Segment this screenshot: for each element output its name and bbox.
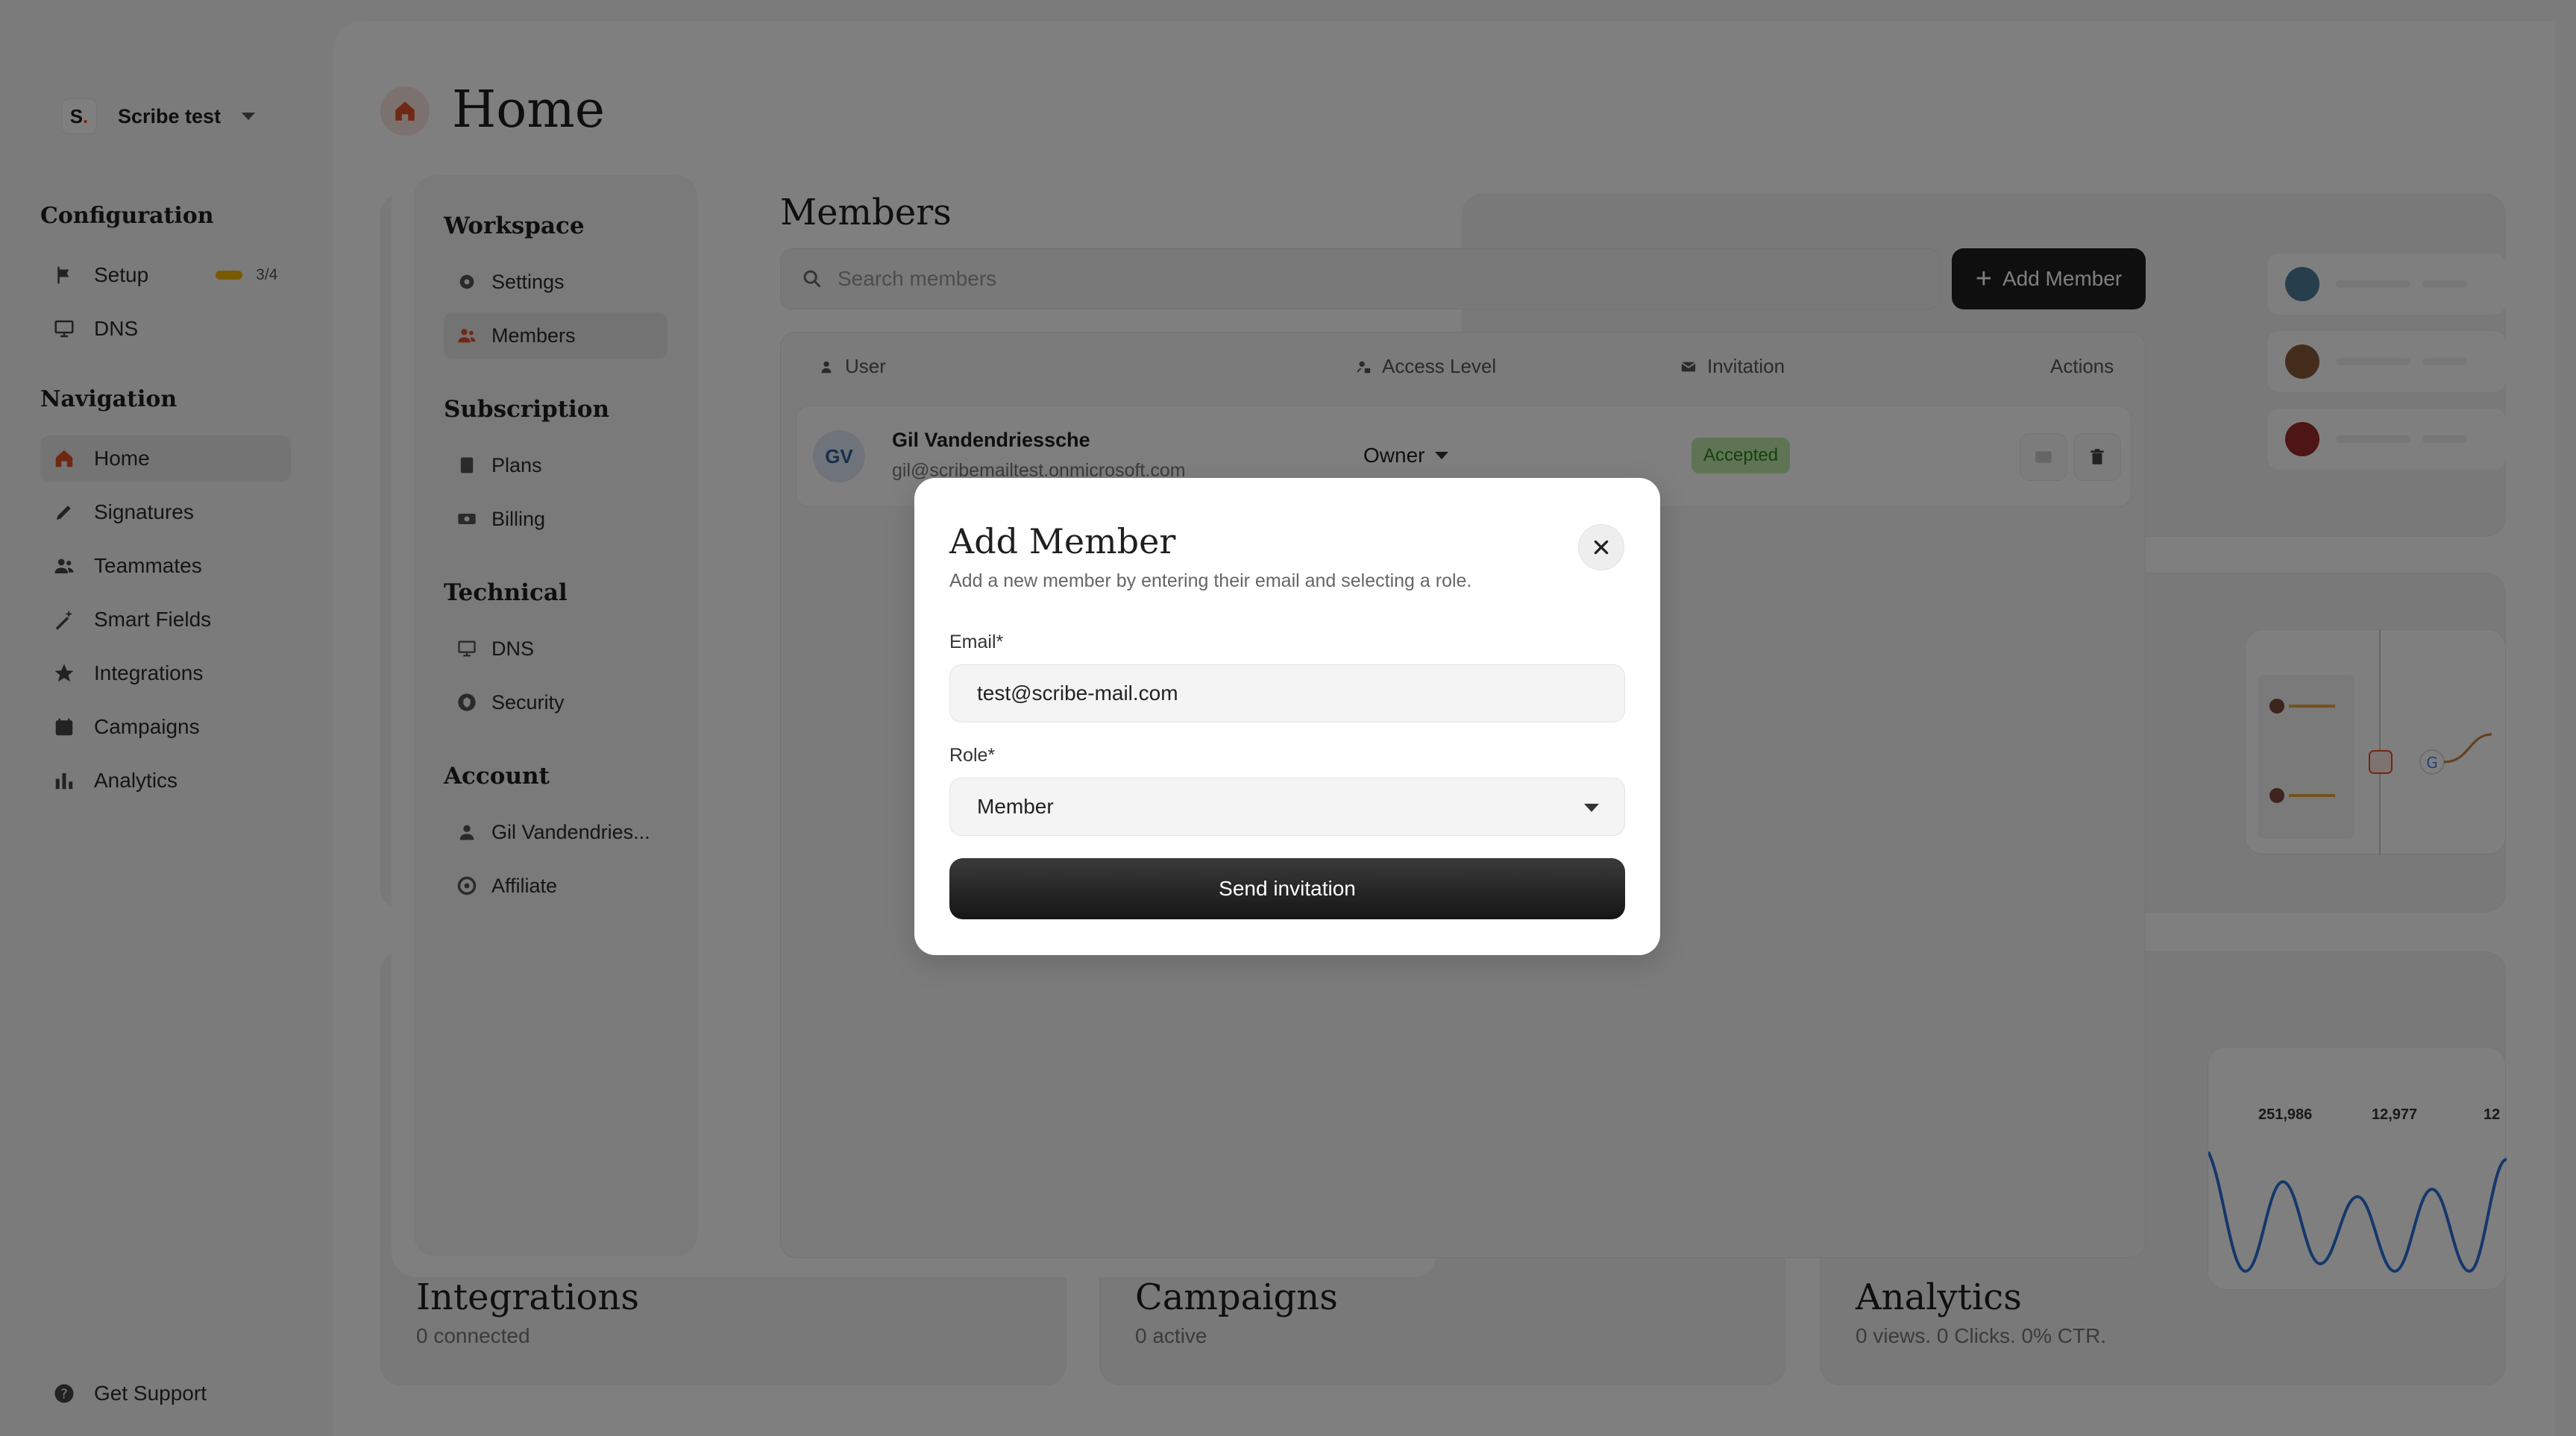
role-select[interactable]: Member xyxy=(949,778,1625,836)
close-icon xyxy=(1594,540,1609,555)
role-select-value: Member xyxy=(977,795,1054,818)
close-button[interactable] xyxy=(1578,524,1624,570)
add-member-dialog: Add Member Add a new member by entering … xyxy=(914,478,1660,955)
role-label: Role* xyxy=(949,745,996,766)
chevron-down-icon xyxy=(1584,804,1599,812)
dialog-description: Add a new member by entering their email… xyxy=(949,570,1472,591)
email-field[interactable]: test@scribe-mail.com xyxy=(949,664,1625,722)
dialog-title: Add Member xyxy=(949,521,1176,561)
email-label: Email* xyxy=(949,632,1004,652)
email-value: test@scribe-mail.com xyxy=(977,681,1178,705)
send-invitation-button[interactable]: Send invitation xyxy=(949,858,1625,919)
